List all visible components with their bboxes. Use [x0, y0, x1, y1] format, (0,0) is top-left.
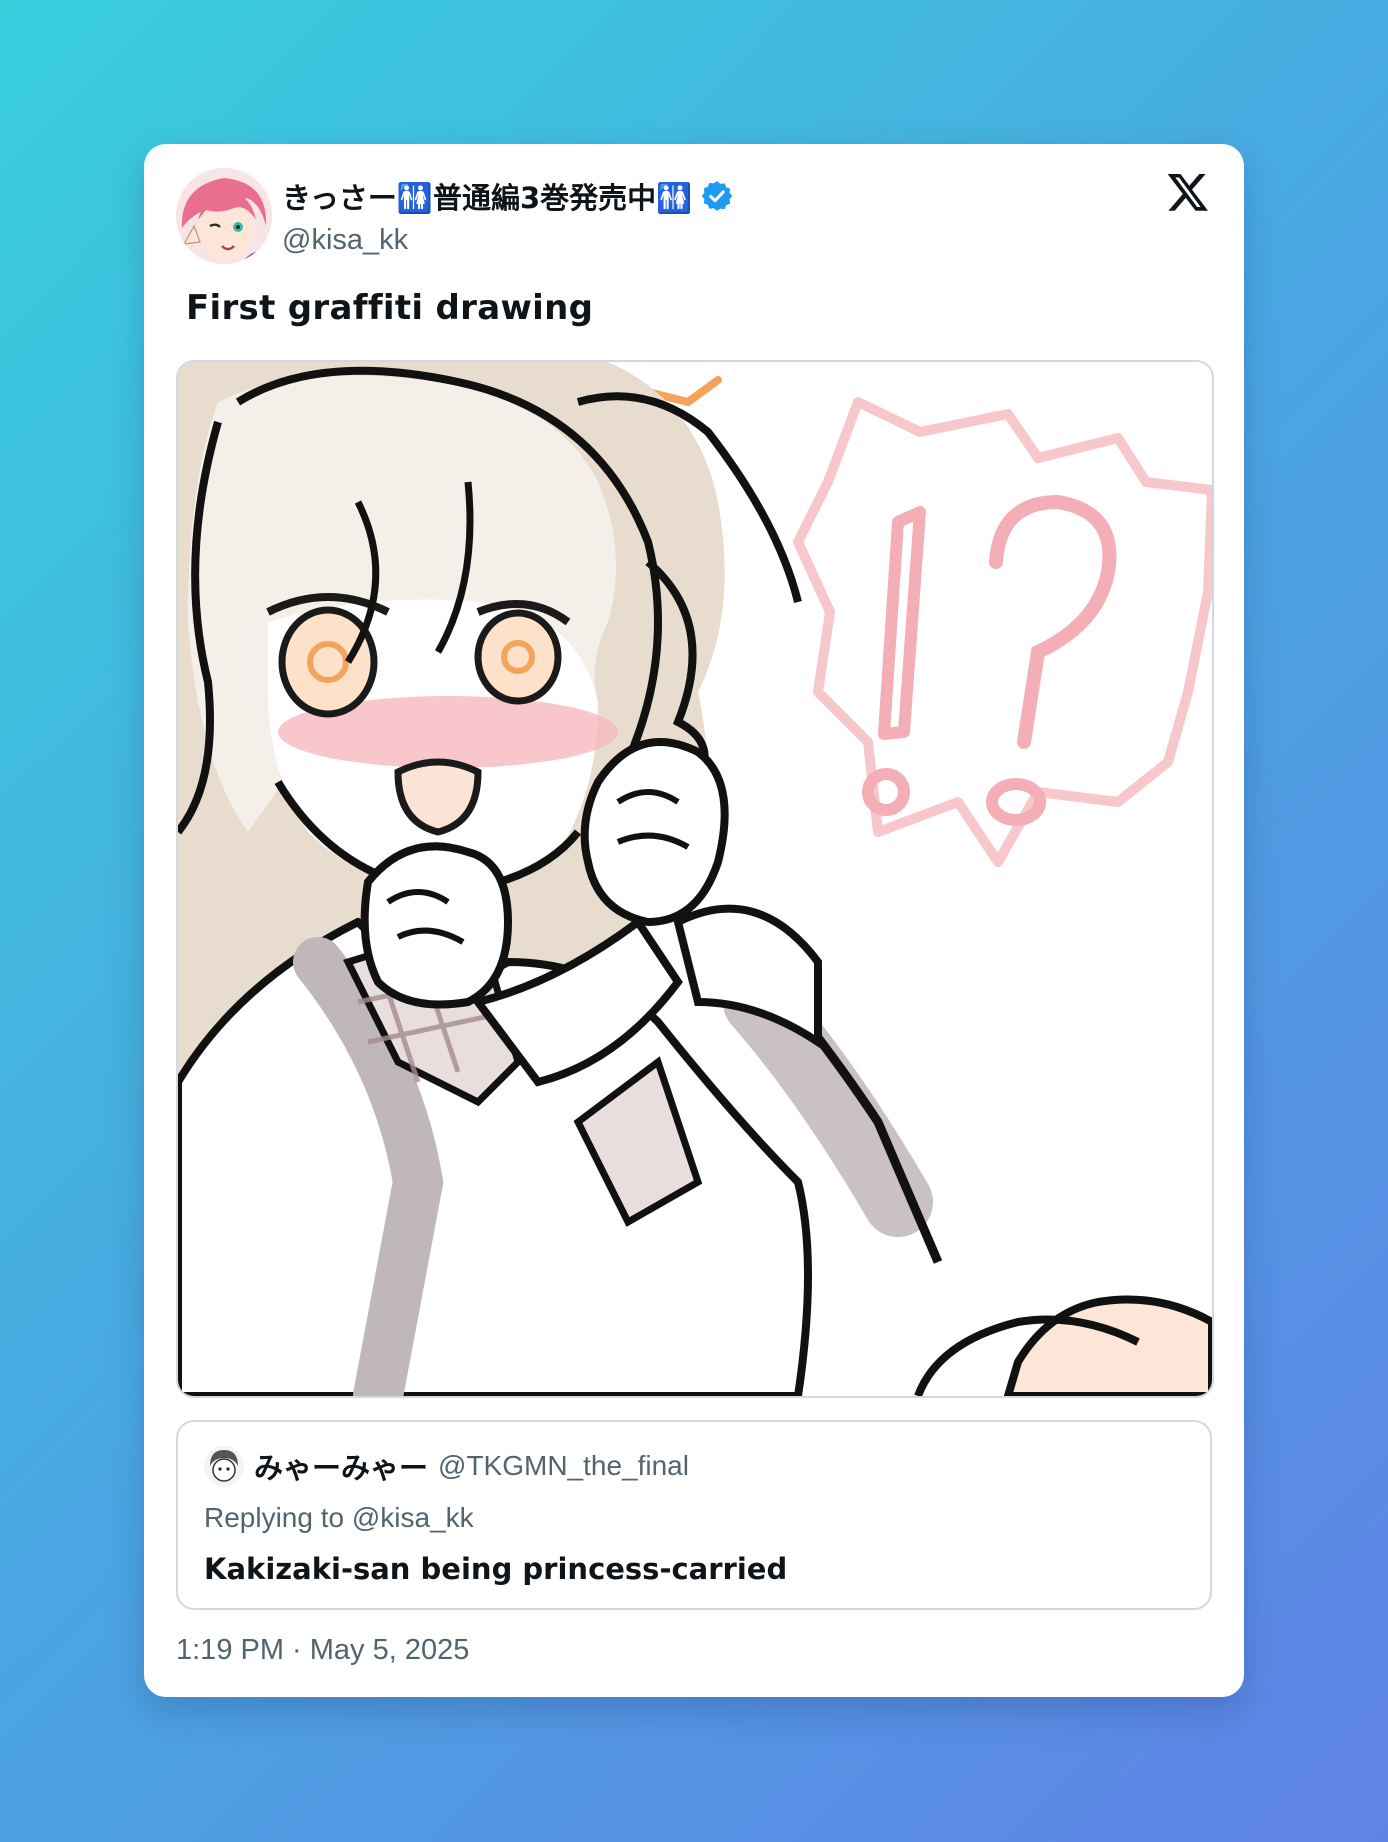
quoted-author-row: みゃーみゃー @TKGMN_the_final: [204, 1444, 689, 1488]
author-handle[interactable]: @kisa_kk: [282, 224, 408, 257]
quoted-display-name[interactable]: みゃーみゃー: [254, 1445, 428, 1487]
verified-badge-icon: [701, 181, 733, 211]
tweet-card: きっさー🚻普通編3巻発売中🚻 @kisa_kk First graffiti d…: [144, 144, 1244, 1697]
avatar-image: [204, 1446, 244, 1486]
tweet-timestamp[interactable]: 1:19 PM · May 5, 2025: [176, 1634, 469, 1667]
replying-to-text: Replying to @kisa_kk: [204, 1502, 474, 1533]
quoted-handle[interactable]: @TKGMN_the_final: [438, 1450, 689, 1482]
tweet-image[interactable]: [176, 360, 1214, 1398]
author-avatar[interactable]: [176, 168, 272, 264]
quoted-tweet[interactable]: みゃーみゃー @TKGMN_the_final Replying to @kis…: [176, 1420, 1212, 1610]
anime-drawing-icon: [178, 362, 1212, 1396]
quoted-tweet-text: Kakizaki-san being princess-carried: [204, 1552, 788, 1586]
x-logo-icon[interactable]: [1166, 170, 1210, 214]
avatar-image: [176, 168, 272, 264]
author-display-name[interactable]: きっさー🚻普通編3巻発売中🚻: [282, 175, 692, 217]
author-name-row: きっさー🚻普通編3巻発売中🚻: [282, 174, 734, 218]
tweet-text: First graffiti drawing: [186, 288, 594, 328]
quoted-author-avatar[interactable]: [204, 1446, 244, 1486]
